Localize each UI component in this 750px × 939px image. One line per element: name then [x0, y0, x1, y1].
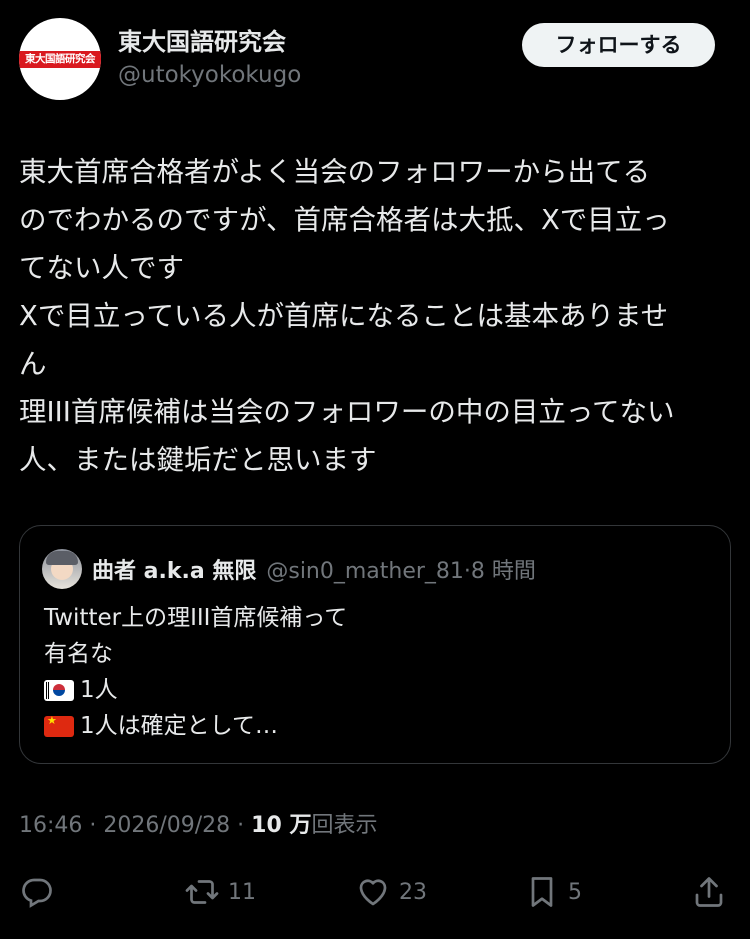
reply-icon: [22, 878, 52, 908]
quoted-text: Twitter上の理III首席候補って: [44, 605, 348, 631]
tweet-text-line: 人、または鍵垢だと思います: [19, 444, 377, 476]
quoted-author-handle-time: @sin0_mather_81·8 時間: [266, 559, 536, 584]
quoted-text: 1人は確定として…: [80, 713, 278, 739]
tweet-text-line: 東大首席合格者がよく当会のフォロワーから出てる: [19, 156, 651, 188]
tweet-text-line: Xで目立っている人が首席になることは基本ありませ: [19, 300, 669, 332]
retweet-button[interactable]: 11: [184, 872, 256, 912]
tweet-text: 東大首席合格者がよく当会のフォロワーから出てる のでわかるのですが、首席合格者は…: [19, 148, 734, 484]
quoted-author-name: 曲者 a.k.a 無限: [92, 559, 257, 584]
quoted-text-line: 有名な: [44, 636, 347, 672]
author-avatar[interactable]: 東大国語研究会: [19, 18, 101, 100]
quoted-text-line: 1人は確定として…: [44, 708, 347, 744]
avatar-logo-text: 東大国語研究会: [19, 51, 101, 68]
share-icon: [695, 877, 723, 907]
author-display-name[interactable]: 東大国語研究会: [118, 26, 301, 58]
follow-button[interactable]: フォローする: [522, 23, 715, 67]
tweet-text-line: てない人です: [19, 252, 184, 284]
view-count: 10 万: [251, 813, 312, 838]
like-count: 23: [399, 879, 427, 905]
quoted-text-line: Twitter上の理III首席候補って: [44, 600, 347, 636]
retweet-count: 11: [228, 879, 256, 905]
retweet-icon: [185, 880, 219, 904]
quoted-text-line: 1人: [44, 672, 347, 708]
tweet-timestamp[interactable]: 16:46 · 2026/09/28 ·: [19, 813, 251, 838]
quoted-author-avatar: [42, 549, 82, 589]
bookmark-button[interactable]: 5: [524, 872, 582, 912]
views-label: 回表示: [311, 813, 378, 838]
tweet-text-line: のでわかるのですが、首席合格者は大抵、Xで目立っ: [19, 204, 670, 236]
quoted-tweet-text: Twitter上の理III首席候補って 有名な 1人 1人は確定として…: [44, 600, 347, 744]
quoted-tweet[interactable]: 曲者 a.k.a 無限 @sin0_mather_81·8 時間 Twitter…: [19, 525, 731, 764]
china-flag-icon: [44, 715, 74, 737]
author-handle[interactable]: @utokyokokugo: [118, 59, 301, 91]
quoted-text: 1人: [80, 677, 118, 703]
quoted-tweet-header: 曲者 a.k.a 無限 @sin0_mather_81·8 時間: [42, 548, 536, 590]
tweet-text-line: 理III首席候補は当会のフォロワーの中の目立ってない: [19, 396, 675, 428]
reply-button[interactable]: [19, 872, 55, 912]
tweet-text-line: ん: [19, 348, 47, 380]
heart-icon: [359, 879, 387, 906]
action-bar: 11 23 5: [19, 872, 731, 916]
like-button[interactable]: 23: [355, 872, 427, 912]
bookmark-count: 5: [568, 879, 582, 905]
share-button[interactable]: [691, 872, 727, 912]
tweet-meta: 16:46 · 2026/09/28 · 10 万回表示: [19, 810, 377, 842]
tweet-header: 東大国語研究会 東大国語研究会 @utokyokokugo フォローする: [19, 18, 731, 102]
quoted-text: 有名な: [44, 641, 113, 667]
author-name-block: 東大国語研究会 @utokyokokugo: [118, 26, 301, 91]
bookmark-icon: [531, 877, 553, 907]
south-korea-flag-icon: [44, 679, 74, 701]
